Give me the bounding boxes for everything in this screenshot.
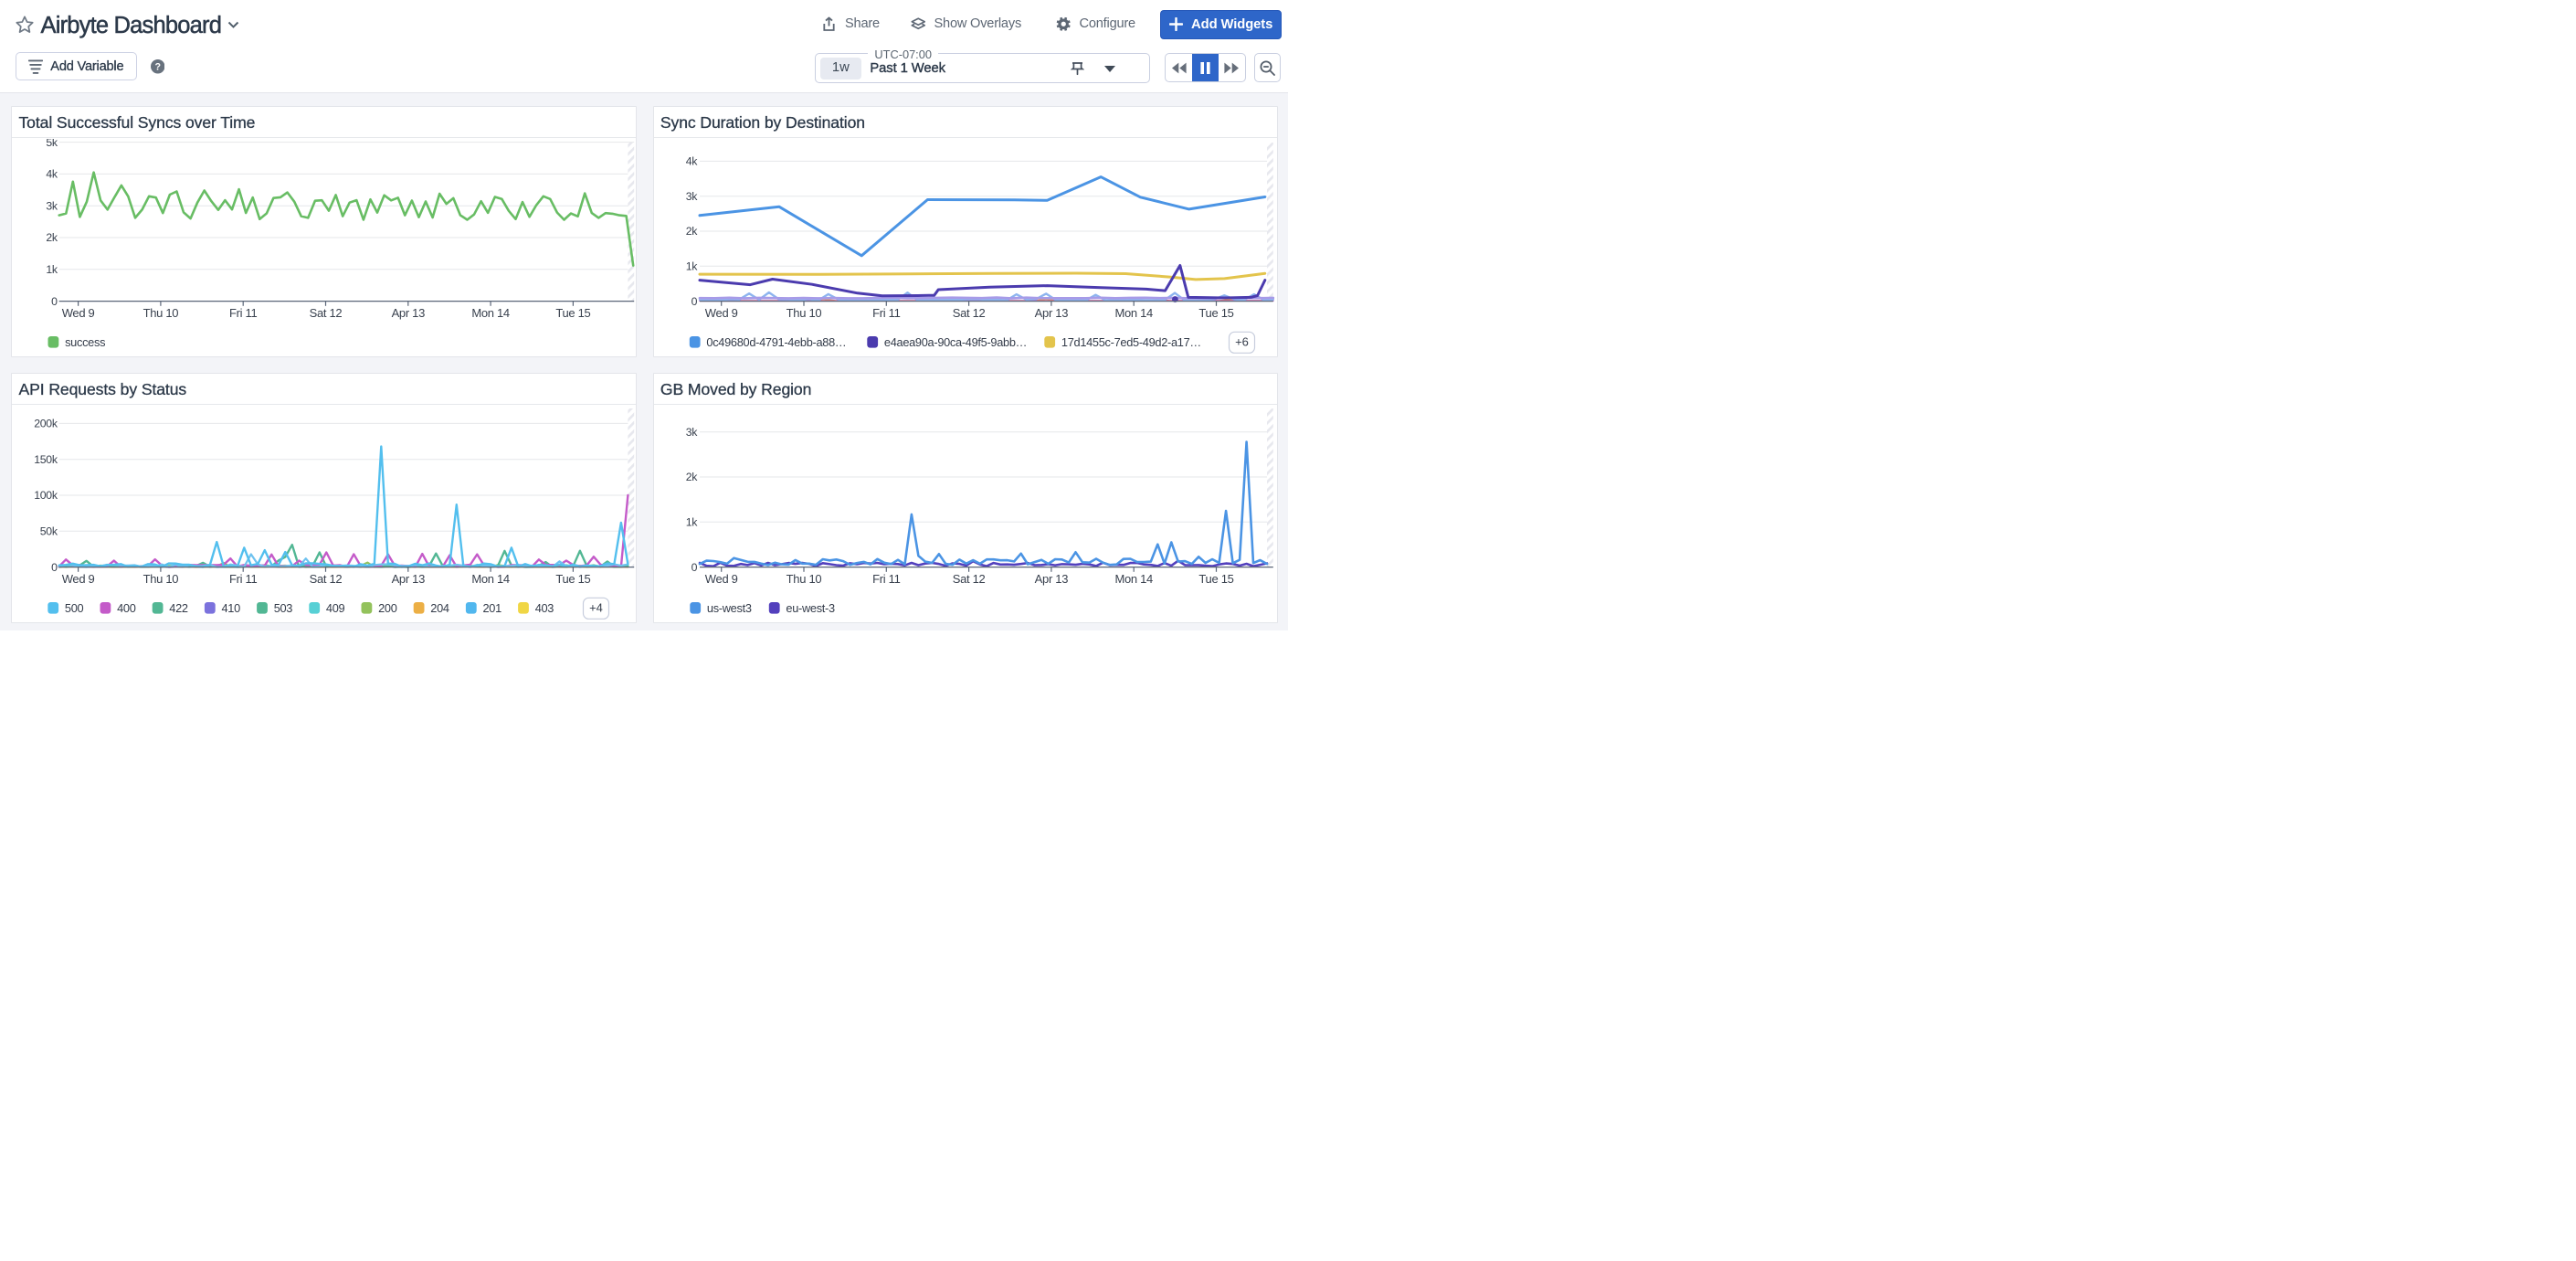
svg-text:eu-west-3: eu-west-3 [786,601,835,615]
svg-text:1k: 1k [685,260,698,272]
svg-text:410: 410 [222,601,241,615]
svg-text:Mon 14: Mon 14 [472,305,511,319]
svg-text:e4aea90a-90ca-49f5-9abb…: e4aea90a-90ca-49f5-9abb… [884,334,1027,348]
svg-text:Fri 11: Fri 11 [229,305,258,319]
svg-text:0: 0 [691,561,697,574]
svg-text:Thu 10: Thu 10 [786,305,821,319]
svg-text:5k: 5k [47,139,59,149]
svg-text:Fri 11: Fri 11 [229,572,258,586]
svg-text:Sat 12: Sat 12 [952,572,985,586]
svg-text:Tue 15: Tue 15 [556,305,591,319]
svg-text:Thu 10: Thu 10 [786,572,821,586]
svg-text:Apr 13: Apr 13 [392,305,426,319]
svg-text:2k: 2k [47,231,59,244]
svg-text:Sat 12: Sat 12 [310,572,343,586]
svg-text:Tue 15: Tue 15 [1198,572,1233,586]
svg-text:3k: 3k [685,189,698,202]
svg-text:200: 200 [378,601,397,615]
svg-text:Fri 11: Fri 11 [872,572,901,586]
svg-text:Apr 13: Apr 13 [1034,572,1068,586]
svg-text:3k: 3k [685,426,698,439]
svg-text:500: 500 [65,601,84,615]
svg-text:Mon 14: Mon 14 [1114,305,1153,319]
svg-text:Tue 15: Tue 15 [556,572,591,586]
svg-text:Tue 15: Tue 15 [1198,305,1233,319]
svg-text:Sat 12: Sat 12 [952,305,985,319]
svg-text:0c49680d-4791-4ebb-a88…: 0c49680d-4791-4ebb-a88… [706,334,846,348]
svg-text:us-west3: us-west3 [707,601,752,615]
svg-text:Wed 9: Wed 9 [62,572,95,586]
svg-text:50k: 50k [40,525,58,538]
svg-text:201: 201 [483,601,502,615]
svg-text:4k: 4k [685,154,698,167]
svg-text:Apr 13: Apr 13 [392,572,426,586]
svg-text:Wed 9: Wed 9 [704,572,737,586]
svg-text:1k: 1k [47,263,59,276]
svg-text:17d1455c-7ed5-49d2-a17…: 17d1455c-7ed5-49d2-a17… [1061,334,1201,348]
svg-text:Mon 14: Mon 14 [472,572,511,586]
svg-text:Wed 9: Wed 9 [704,305,737,319]
svg-text:2k: 2k [685,225,698,238]
svg-text:503: 503 [274,601,293,615]
svg-text:0: 0 [691,294,697,307]
svg-text:4k: 4k [47,167,59,180]
svg-text:Sat 12: Sat 12 [310,305,343,319]
svg-text:+4: +4 [589,601,603,615]
svg-text:204: 204 [431,601,450,615]
svg-text:409: 409 [326,601,345,615]
svg-text:success: success [65,334,105,348]
svg-text:2k: 2k [685,471,698,483]
svg-text:Fri 11: Fri 11 [872,305,901,319]
svg-text:?: ? [154,61,161,72]
svg-text:0: 0 [51,294,58,307]
svg-text:200k: 200k [35,418,59,430]
svg-text:Apr 13: Apr 13 [1034,305,1068,319]
svg-text:0: 0 [51,561,58,574]
svg-text:100k: 100k [35,489,59,502]
svg-text:403: 403 [535,601,554,615]
svg-text:3k: 3k [47,199,59,212]
svg-text:Mon 14: Mon 14 [1114,572,1153,586]
svg-text:+6: +6 [1235,334,1249,348]
svg-text:Thu 10: Thu 10 [143,572,179,586]
svg-text:150k: 150k [35,453,59,466]
svg-text:Wed 9: Wed 9 [62,305,95,319]
svg-text:1k: 1k [685,516,698,529]
svg-text:422: 422 [170,601,189,615]
svg-text:Thu 10: Thu 10 [143,305,179,319]
svg-text:400: 400 [117,601,136,615]
